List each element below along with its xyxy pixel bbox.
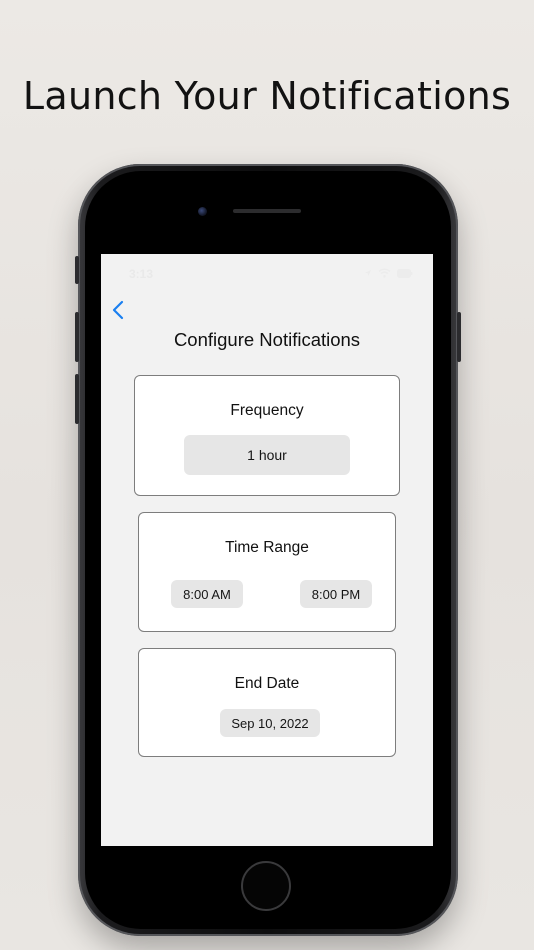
earpiece-speaker xyxy=(233,209,301,213)
end-time-picker[interactable]: 8:00 PM xyxy=(300,580,372,608)
status-bar-time: 3:13 xyxy=(129,267,154,281)
mute-switch xyxy=(75,256,79,284)
status-bar-icons xyxy=(364,268,413,278)
time-range-title: Time Range xyxy=(225,539,309,556)
end-date-picker[interactable]: Sep 10, 2022 xyxy=(220,709,320,737)
volume-down-button xyxy=(75,374,79,424)
frequency-title: Frequency xyxy=(230,402,304,419)
volume-up-button xyxy=(75,312,79,362)
battery-icon xyxy=(397,268,413,278)
power-button xyxy=(457,312,461,362)
chevron-left-icon[interactable] xyxy=(109,300,127,320)
wifi-icon xyxy=(378,268,391,278)
end-date-card: End Date Sep 10, 2022 xyxy=(138,648,396,757)
end-date-title: End Date xyxy=(234,675,300,692)
marketing-headline: Launch Your Notifications xyxy=(22,74,512,118)
frequency-card: Frequency 1 hour xyxy=(134,375,400,496)
screen-title: Configure Notifications xyxy=(173,329,361,350)
home-button[interactable] xyxy=(241,861,291,911)
time-range-card: Time Range 8:00 AM 8:00 PM xyxy=(138,512,396,632)
app-screen: 3:13 Configure Notifications Frequency 1… xyxy=(101,254,433,846)
start-time-picker[interactable]: 8:00 AM xyxy=(171,580,243,608)
front-camera xyxy=(198,207,207,216)
location-icon xyxy=(365,270,371,276)
frequency-picker[interactable]: 1 hour xyxy=(184,435,350,475)
